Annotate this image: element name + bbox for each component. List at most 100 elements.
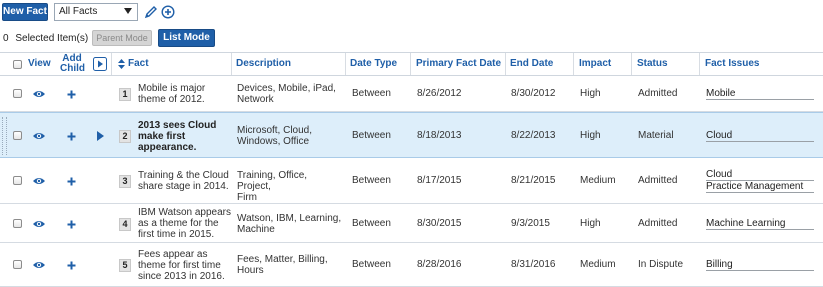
col-sep	[111, 53, 112, 75]
table-row[interactable]: 3 Training & the Cloud share stage in 2014…	[0, 158, 823, 204]
col-sep	[231, 53, 232, 75]
status-value: Admitted	[638, 88, 678, 99]
selected-count-label: Selected Item(s)	[15, 33, 89, 44]
toolbar-top: New Fact All Facts	[0, 0, 823, 26]
fact-text-line: IBM Watson appears	[138, 207, 232, 218]
dropdown-caret-icon	[124, 8, 132, 14]
end-date-value: 8/30/2012	[511, 88, 556, 99]
primary-fact-date-value: 8/17/2015	[417, 175, 462, 186]
row-number: 1	[119, 88, 131, 101]
fact-text-line: since 2013 in 2016.	[138, 270, 225, 282]
date-type-value: Between	[352, 217, 391, 229]
row-checkbox[interactable]	[13, 89, 22, 98]
col-fact-issues[interactable]: Fact Issues	[705, 53, 759, 75]
impact-value: High	[580, 130, 601, 141]
description-text: Devices, Mobile, iPad, Network	[237, 83, 343, 105]
fact-text-line: Training & the Cloud	[138, 170, 229, 181]
col-end-date[interactable]: End Date	[510, 53, 553, 75]
status-value: Material	[638, 130, 674, 141]
description-text: Fees, Matter, Billing, Hours	[237, 254, 343, 276]
col-sep	[505, 53, 506, 75]
description-text-line: Training, Office, Project,	[237, 170, 308, 192]
selected-count-value: 0	[3, 33, 9, 44]
plus-icon[interactable]	[67, 220, 76, 229]
plus-icon[interactable]	[67, 261, 76, 270]
row-checkbox[interactable]	[13, 218, 22, 228]
fact-text-line: theme of 2012.	[138, 94, 205, 105]
description-text-line: Windows, Office	[237, 136, 310, 147]
fact-issue-link[interactable]: Cloud	[706, 169, 814, 181]
col-sep	[345, 53, 346, 75]
date-type-value: Between	[352, 259, 391, 270]
select-all-checkbox[interactable]	[13, 60, 22, 69]
fact-text-line: first time in 2015.	[138, 229, 215, 240]
row-checkbox[interactable]	[13, 131, 22, 140]
col-sep	[631, 53, 632, 75]
row-number: 3	[119, 175, 131, 188]
fact-issue-link[interactable]: Billing	[706, 259, 814, 271]
new-fact-button[interactable]: New Fact	[2, 3, 48, 21]
date-type-value: Between	[352, 175, 391, 186]
parent-mode-button[interactable]: Parent Mode	[92, 30, 152, 46]
end-date-value: 8/22/2013	[511, 130, 556, 141]
pencil-icon[interactable]	[144, 5, 158, 19]
fact-text-line: Fees appear as	[138, 248, 208, 260]
col-view[interactable]: View	[28, 53, 51, 75]
status-value: In Dispute	[638, 259, 684, 270]
eye-icon[interactable]	[32, 89, 46, 99]
col-status[interactable]: Status	[637, 53, 668, 75]
col-fact[interactable]: Fact	[128, 53, 149, 75]
description-text-line: Machine	[237, 223, 275, 235]
fact-text: Mobile is major theme of 2012.	[138, 83, 232, 105]
description-text-line: Firm	[237, 192, 257, 203]
drag-handle[interactable]	[2, 117, 7, 155]
col-impact[interactable]: Impact	[579, 53, 611, 75]
selected-count: 0 Selected Item(s)	[3, 33, 88, 44]
col-sep	[699, 53, 700, 75]
col-primary-fact-date[interactable]: Primary Fact Date	[416, 53, 501, 75]
status-value: Admitted	[638, 175, 678, 186]
sort-icon[interactable]	[118, 59, 125, 69]
fact-issue-link[interactable]: Mobile	[706, 88, 814, 100]
fact-text-line: appearance.	[138, 141, 197, 153]
fact-text-line: 2013 sees Cloud	[138, 119, 217, 131]
end-date-value: 9/3/2015	[511, 217, 550, 229]
expand-all-icon[interactable]	[93, 57, 107, 71]
description-text-line: Microsoft, Cloud,	[237, 125, 313, 136]
fact-issue-link[interactable]: Practice Management	[706, 181, 814, 193]
plus-icon[interactable]	[67, 132, 76, 141]
impact-value: High	[580, 88, 601, 99]
eye-icon[interactable]	[32, 131, 46, 141]
description-text-line: Fees, Matter, Billing,	[237, 254, 328, 265]
table-row[interactable]: 1 Mobile is major theme of 2012. Devices, M…	[0, 76, 823, 112]
col-sep	[410, 53, 411, 75]
col-add-child[interactable]: Add Child	[60, 54, 85, 74]
eye-icon[interactable]	[32, 260, 46, 270]
impact-value: High	[580, 217, 601, 229]
impact-value: Medium	[580, 175, 616, 186]
row-checkbox[interactable]	[13, 176, 22, 185]
eye-icon[interactable]	[32, 219, 46, 229]
plus-icon[interactable]	[67, 90, 76, 99]
facts-filter-select[interactable]: All Facts	[54, 3, 138, 21]
list-mode-button[interactable]: List Mode	[158, 29, 215, 47]
fact-text-line: share stage in 2014.	[138, 181, 229, 192]
fact-text-line: Mobile is major	[138, 83, 206, 94]
fact-text-line: make first	[138, 130, 186, 142]
col-date-type[interactable]: Date Type	[350, 53, 397, 75]
table-row[interactable]: 2 2013 sees Cloud make first appearance. Mic…	[0, 112, 823, 158]
eye-icon[interactable]	[32, 176, 46, 186]
grid-header: View Add Child Fact Description Date Typ…	[0, 52, 823, 76]
col-description[interactable]: Description	[236, 53, 291, 75]
row-checkbox[interactable]	[13, 260, 22, 269]
col-add-child-line2: Child	[60, 63, 85, 74]
fact-issue-link[interactable]: Cloud	[706, 130, 814, 142]
description-text-line: Network	[237, 94, 274, 105]
expand-arrow-icon[interactable]	[97, 131, 104, 141]
plus-icon[interactable]	[67, 177, 76, 186]
table-row[interactable]: 5 Fees appear as theme for first time since…	[0, 243, 823, 287]
add-circle-icon[interactable]	[161, 5, 175, 19]
fact-text: Fees appear as theme for first time since …	[138, 249, 232, 282]
fact-issue-link[interactable]: Machine Learning	[706, 218, 814, 230]
table-row[interactable]: 4 IBM Watson appears as a theme for the fir…	[0, 204, 823, 243]
